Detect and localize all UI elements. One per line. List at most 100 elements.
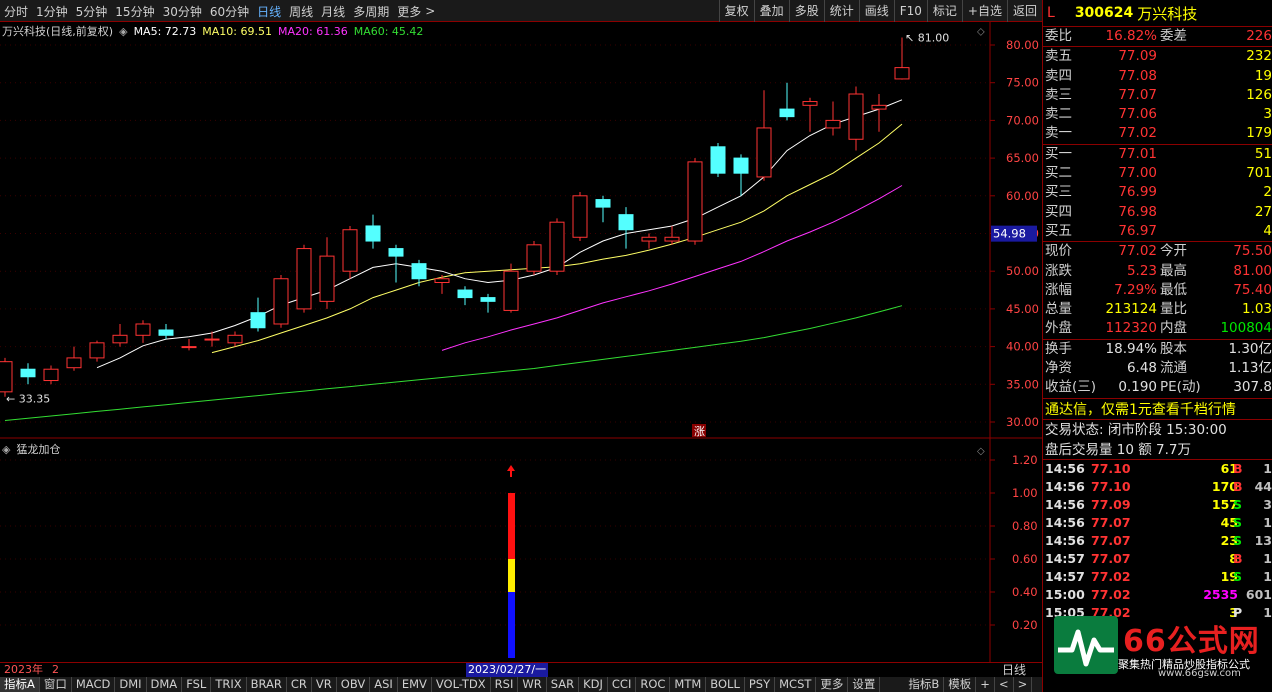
period-tab[interactable]: 分时 [0,3,32,20]
tick-side: B [1233,460,1243,476]
indicator-tab[interactable]: WR [518,677,547,692]
candle-up [871,104,887,110]
tick-count: 1 [1263,460,1272,476]
period-tab[interactable]: 5分钟 [72,3,112,20]
tick-list[interactable]: 14:56 77.10 61 B 1 14:56 77.10 170 B 44 14:56 77.09… [1043,460,1272,622]
ma60-label: MA60: 45.42 [353,24,424,38]
level-volume: 19 [1254,67,1272,84]
buy-level-row[interactable]: 买五 76.97 4 [1043,222,1272,241]
buy-level-row[interactable]: 买一 77.01 51 [1043,145,1272,164]
buy-level-row[interactable]: 买三 76.99 2 [1043,183,1272,202]
candle-up [181,346,197,349]
after-hours: 盘后交易量 10 额 7.7万 [1043,440,1272,460]
sell-level-row[interactable]: 卖四 77.08 19 [1043,67,1272,86]
indicator-tab[interactable]: VR [312,677,337,692]
period-tab[interactable]: 多周期 [349,3,393,20]
chart-canvas[interactable]: 80.0075.0070.0065.0060.0055.0050.0045.00… [0,22,1042,662]
stat-label: 收益(三) [1045,379,1097,396]
tool-button[interactable]: 返回 [1006,0,1042,22]
indicator-tab[interactable]: KDJ [579,677,608,692]
ma-toggle-icon[interactable]: ◈ [119,25,127,38]
buy-level-row[interactable]: 买四 76.98 27 [1043,203,1272,222]
period-label[interactable]: 日线 [1002,663,1026,677]
indicator-tab[interactable]: VOL-TDX [432,677,491,692]
indicator-tick-label: 1.00 [1012,486,1038,500]
date-count: 2 [52,663,59,676]
indicator-tab[interactable]: 指标B [904,677,945,692]
tool-button[interactable]: 统计 [823,0,859,22]
toolbar-tools: 复权 叠加 多股 统计 画线 F10 标记 +自选 返回 [718,0,1042,22]
indicator-toggle-icon[interactable]: ◈ [2,443,10,456]
indicator-tick-label: 0.80 [1012,519,1038,533]
ma5-label: MA5: 72.73 [133,24,197,38]
stat-value: 307.8 [1233,379,1272,396]
indicator-tab[interactable]: MTM [670,677,707,692]
kline-chart[interactable]: 80.0075.0070.0065.0060.0055.0050.0045.00… [0,22,1042,662]
tool-button[interactable]: +自选 [961,0,1007,22]
chart-title: 万兴科技(日线,前复权) [2,25,114,38]
level-label: 买五 [1045,222,1072,239]
period-tab[interactable]: 月线 [317,3,349,20]
ma10-label: MA10: 69.51 [202,24,272,38]
diamond-icon: ◇ [977,446,985,457]
indicator-tab[interactable]: 窗口 [40,677,72,692]
period-tab[interactable]: 更多 [393,3,425,20]
indicator-tab[interactable]: 更多 [816,677,849,692]
indicator-tab[interactable]: 设置 [848,677,881,692]
tick-count: 1 [1263,568,1272,584]
sell-level-row[interactable]: 卖一 77.02 179 [1043,124,1272,143]
indicator-tab[interactable]: ASI [370,677,398,692]
tick-price: 77.09 [1091,496,1131,512]
brand-name: 66公式网 [1123,624,1260,659]
period-tab[interactable]: 30分钟 [159,3,206,20]
signal-bar-blue [508,592,515,658]
promo-banner[interactable]: 通达信，仅需1元查看千档行情 [1043,397,1272,420]
sell-level-row[interactable]: 卖三 77.07 126 [1043,86,1272,105]
candle-down [20,368,36,378]
indicator-tab[interactable]: SAR [547,677,580,692]
period-tab[interactable]: 周线 [285,3,317,20]
indicator-tab[interactable]: OBV [337,677,371,692]
indicator-tab[interactable]: + [976,677,995,692]
tool-button[interactable]: F10 [893,0,927,22]
tool-button[interactable]: 叠加 [753,0,789,22]
indicator-tab[interactable]: FSL [182,677,212,692]
tool-button[interactable]: 多股 [788,0,824,22]
tool-button[interactable]: 标记 [926,0,962,22]
sell-level-row[interactable]: 卖二 77.06 3 [1043,105,1272,124]
indicator-tab[interactable]: RSI [491,677,519,692]
indicator-tab[interactable]: CR [287,677,312,692]
chevron-right-icon[interactable]: > [425,4,435,18]
indicator-tab[interactable]: BRAR [247,677,287,692]
indicator-tab[interactable]: MACD [72,677,116,692]
period-tab[interactable]: 日线 [253,3,285,20]
indicator-tab[interactable]: TRIX [211,677,247,692]
tick-count: 3 [1263,496,1272,512]
indicator-tab[interactable]: DMI [115,677,147,692]
indicator-tab[interactable]: EMV [398,677,432,692]
indicator-tab[interactable]: 指标A [0,677,40,692]
indicator-tab[interactable]: MCST [775,677,817,692]
indicator-tab[interactable]: CCI [608,677,637,692]
indicator-tab[interactable]: DMA [147,677,183,692]
indicator-tab[interactable]: ROC [636,677,671,692]
candle-up [641,236,657,242]
tool-button[interactable]: 画线 [858,0,894,22]
date-bar: 2023年 2 2023/02/27/一 日线 [0,662,1042,677]
period-tab[interactable]: 1分钟 [32,3,72,20]
indicator-tab[interactable]: BOLL [706,677,745,692]
indicator-tab[interactable]: > [1014,677,1033,692]
stat-label: 内盘 [1160,320,1187,337]
indicator-tab[interactable]: PSY [745,677,776,692]
indicator-tab[interactable]: 模板 [944,677,977,692]
candle-down [710,146,726,174]
candle-up [434,278,450,284]
period-tab[interactable]: 15分钟 [111,3,158,20]
stat-value: 7.29% [1114,281,1157,298]
buy-level-row[interactable]: 买二 77.00 701 [1043,164,1272,183]
tick-time: 14:56 [1045,496,1085,512]
sell-level-row[interactable]: 卖五 77.09 232 [1043,47,1272,66]
indicator-tab[interactable]: < [995,677,1014,692]
period-tab[interactable]: 60分钟 [206,3,253,20]
tool-button[interactable]: 复权 [718,0,754,22]
